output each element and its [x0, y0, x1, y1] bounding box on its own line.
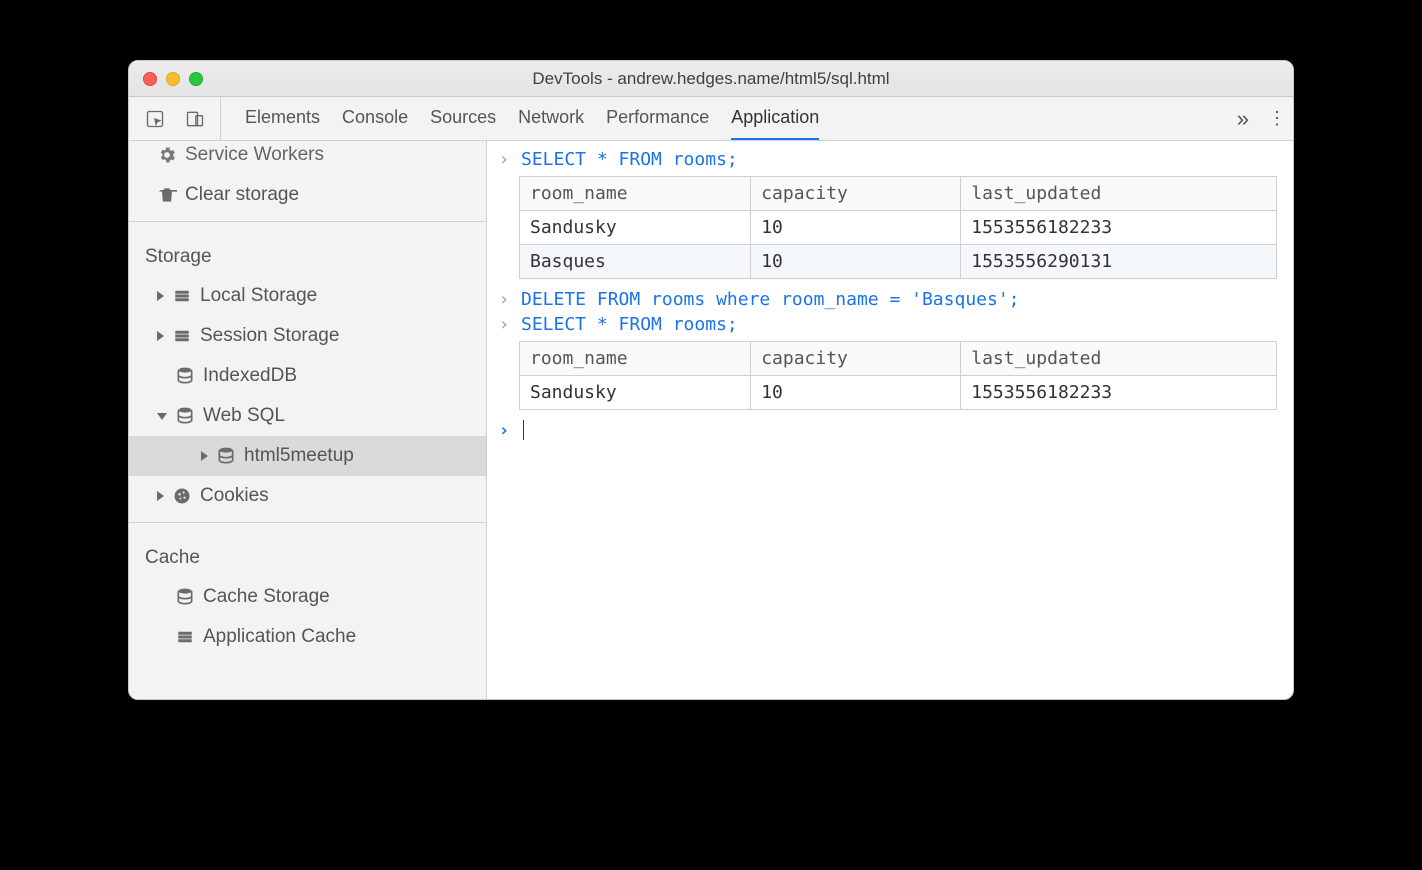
toolbar-left-icons	[129, 97, 221, 140]
sidebar-item-label: Clear storage	[185, 184, 299, 206]
tab-performance[interactable]: Performance	[606, 97, 709, 140]
database-icon	[175, 406, 195, 426]
tab-network[interactable]: Network	[518, 97, 584, 140]
cell: Sandusky	[520, 211, 751, 245]
table-row: Sandusky 10 1553556182233	[520, 211, 1277, 245]
chevron-right-icon	[201, 451, 208, 461]
inspect-element-icon[interactable]	[145, 109, 165, 129]
application-sidebar: Service Workers Clear storage Storage Lo…	[129, 141, 487, 699]
column-header: capacity	[751, 342, 961, 376]
prompt-icon: ›	[497, 149, 511, 170]
sidebar-item-cache-storage[interactable]: Cache Storage	[129, 577, 486, 617]
result-table: room_name capacity last_updated Sandusky…	[519, 341, 1277, 410]
tab-console[interactable]: Console	[342, 97, 408, 140]
sql-query-text: SELECT * FROM rooms;	[521, 314, 738, 335]
cell: 10	[751, 245, 961, 279]
input-cursor	[523, 420, 524, 440]
cell: 1553556182233	[961, 376, 1277, 410]
window-titlebar: DevTools - andrew.hedges.name/html5/sql.…	[129, 61, 1293, 97]
sidebar-item-indexeddb[interactable]: IndexedDB	[129, 356, 486, 396]
sidebar-item-web-sql[interactable]: Web SQL	[129, 396, 486, 436]
column-header: last_updated	[961, 342, 1277, 376]
sidebar-item-cookies[interactable]: Cookies	[129, 476, 486, 516]
panel-tabs: Elements Console Sources Network Perform…	[221, 97, 1225, 140]
sidebar-item-label: Local Storage	[200, 285, 317, 307]
query-row: › DELETE FROM rooms where room_name = 'B…	[493, 287, 1281, 312]
sidebar-item-clear-storage[interactable]: Clear storage	[129, 175, 486, 215]
prompt-icon: ›	[497, 314, 511, 335]
trash-icon	[157, 185, 177, 205]
sidebar-item-label: Cache Storage	[203, 586, 330, 608]
prompt-icon: ›	[497, 420, 511, 441]
query-row: › SELECT * FROM rooms;	[493, 147, 1281, 172]
gear-icon	[157, 145, 177, 165]
sidebar-section-storage: Storage	[129, 228, 486, 276]
chevron-right-icon	[157, 291, 164, 301]
database-icon	[175, 366, 195, 386]
chevron-right-icon	[157, 491, 164, 501]
prompt-icon: ›	[497, 289, 511, 310]
tab-application[interactable]: Application	[731, 97, 819, 140]
cell: 10	[751, 376, 961, 410]
table-header-row: room_name capacity last_updated	[520, 177, 1277, 211]
table-row: Basques 10 1553556290131	[520, 245, 1277, 279]
web-sql-console[interactable]: › SELECT * FROM rooms; room_name capacit…	[487, 141, 1293, 699]
traffic-lights	[129, 72, 203, 86]
table-row: Sandusky 10 1553556182233	[520, 376, 1277, 410]
column-header: last_updated	[961, 177, 1277, 211]
chevron-down-icon	[157, 413, 167, 420]
sidebar-item-application-cache[interactable]: Application Cache	[129, 617, 486, 657]
sidebar-item-label: IndexedDB	[203, 365, 297, 387]
query-row: › SELECT * FROM rooms;	[493, 312, 1281, 337]
tab-sources[interactable]: Sources	[430, 97, 496, 140]
sql-query-text: SELECT * FROM rooms;	[521, 149, 738, 170]
device-toolbar-icon[interactable]	[185, 109, 205, 129]
column-header: room_name	[520, 177, 751, 211]
sidebar-item-label: Web SQL	[203, 405, 285, 427]
column-header: room_name	[520, 342, 751, 376]
sql-query-text: DELETE FROM rooms where room_name = 'Bas…	[521, 289, 1020, 310]
result-table: room_name capacity last_updated Sandusky…	[519, 176, 1277, 279]
cell: 1553556182233	[961, 211, 1277, 245]
sidebar-item-web-sql-database[interactable]: html5meetup	[129, 436, 486, 476]
sidebar-separator	[129, 221, 486, 222]
cell: Basques	[520, 245, 751, 279]
sidebar-item-label: Application Cache	[203, 626, 356, 648]
sidebar-separator	[129, 522, 486, 523]
sidebar-item-label: Session Storage	[200, 325, 339, 347]
cell: 10	[751, 211, 961, 245]
sidebar-item-label: Service Workers	[185, 144, 324, 166]
cookie-icon	[172, 486, 192, 506]
settings-kebab-icon[interactable]: ⋮	[1261, 108, 1293, 129]
chevron-right-icon	[157, 331, 164, 341]
sidebar-item-service-workers[interactable]: Service Workers	[129, 141, 486, 175]
column-header: capacity	[751, 177, 961, 211]
devtools-window: DevTools - andrew.hedges.name/html5/sql.…	[128, 60, 1294, 700]
sidebar-item-local-storage[interactable]: Local Storage	[129, 276, 486, 316]
sidebar-item-session-storage[interactable]: Session Storage	[129, 316, 486, 356]
window-title: DevTools - andrew.hedges.name/html5/sql.…	[129, 69, 1293, 89]
cell: 1553556290131	[961, 245, 1277, 279]
table-icon	[172, 326, 192, 346]
zoom-window-button[interactable]	[189, 72, 203, 86]
sidebar-item-label: html5meetup	[244, 445, 354, 467]
sql-input-row[interactable]: ›	[493, 418, 1281, 443]
table-header-row: room_name capacity last_updated	[520, 342, 1277, 376]
minimize-window-button[interactable]	[166, 72, 180, 86]
devtools-tabbar: Elements Console Sources Network Perform…	[129, 97, 1293, 141]
panel-body: Service Workers Clear storage Storage Lo…	[129, 141, 1293, 699]
more-tabs-button[interactable]: »	[1225, 106, 1261, 132]
sidebar-item-label: Cookies	[200, 485, 269, 507]
tab-elements[interactable]: Elements	[245, 97, 320, 140]
sidebar-section-cache: Cache	[129, 529, 486, 577]
table-icon	[172, 286, 192, 306]
close-window-button[interactable]	[143, 72, 157, 86]
cell: Sandusky	[520, 376, 751, 410]
table-icon	[175, 627, 195, 647]
database-icon	[175, 587, 195, 607]
database-icon	[216, 446, 236, 466]
